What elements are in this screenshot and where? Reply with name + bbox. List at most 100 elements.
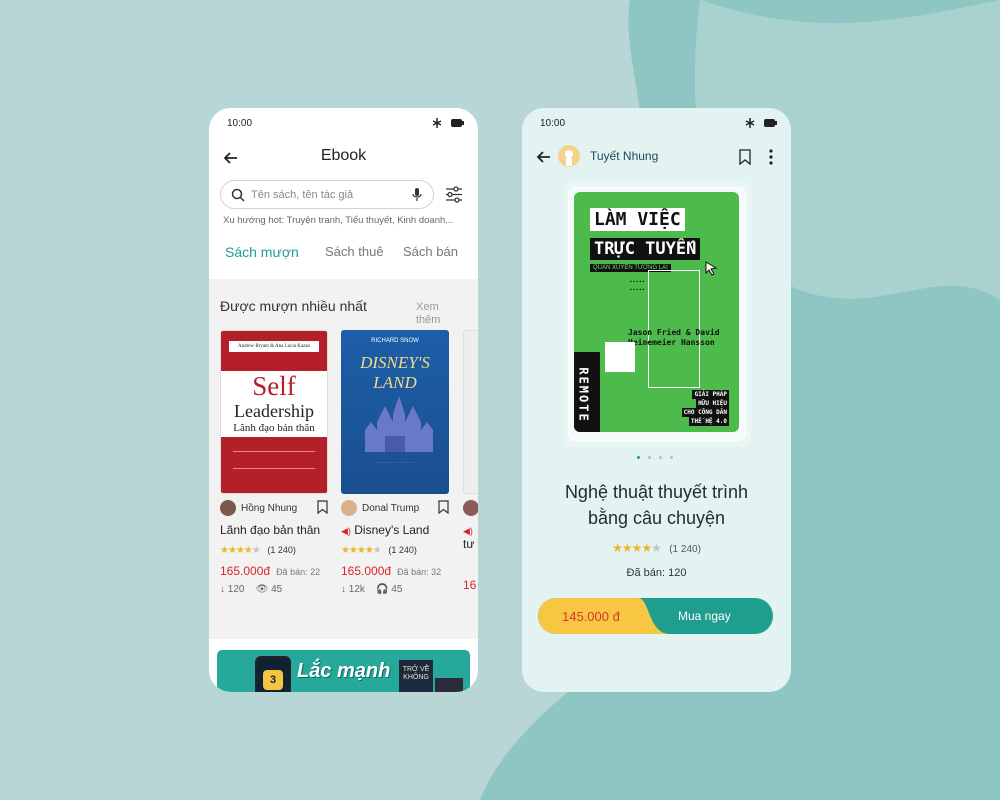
user-name[interactable]: Tuyết Nhung xyxy=(590,149,658,163)
cover-author: RICHARD SNOW xyxy=(371,338,419,344)
book-cover[interactable]: Andrew Bryant & Ana Lucia Kazan Self Lea… xyxy=(220,330,328,494)
tab-rent[interactable]: Sách thuê xyxy=(325,244,384,259)
bookmark-icon[interactable] xyxy=(317,500,328,514)
book-price: 165.000đ Đã bán: 32 xyxy=(341,564,441,578)
battery-icon xyxy=(451,119,464,127)
trend-label: Xu hướng hot: xyxy=(223,215,285,226)
cover-white-square xyxy=(605,342,635,372)
download-icon: ↓ xyxy=(341,584,346,595)
book-cover[interactable] xyxy=(463,330,478,494)
book-cover[interactable]: RICHARD SNOW DISNEY'S LAND · · · · · · ·… xyxy=(341,330,449,494)
download-count: 120 xyxy=(227,584,245,595)
audio-icon: ◀) xyxy=(341,526,351,536)
indicator-dot xyxy=(659,456,662,459)
bookmark-icon[interactable] xyxy=(739,149,751,165)
book-detail-screen: 10:00 Tuyết Nhung LÀM VIỆC TRỰC TUYẾN QU… xyxy=(522,108,791,692)
cover-tag: GIẢI PHÁP xyxy=(692,390,729,399)
audio-icon: ◀) xyxy=(463,526,473,536)
banner-book: TRỞ VỀ KHÔNG xyxy=(399,660,433,692)
promo-banner[interactable]: 3 Lắc mạnh TRỞ VỀ KHÔNG xyxy=(217,650,470,692)
download-count: 12k xyxy=(348,584,365,595)
star-icon: ★★★★★ xyxy=(341,545,382,556)
signal-icon xyxy=(745,118,755,128)
price-value: 16 xyxy=(463,578,477,592)
author-name: Hồng Nhung xyxy=(241,502,298,514)
cover-title-3: Lãnh đạo bản thân xyxy=(233,422,315,434)
indicator-dot-active xyxy=(637,456,640,459)
status-time: 10:00 xyxy=(540,117,566,129)
background-shapes xyxy=(480,0,1000,800)
status-time: 10:00 xyxy=(227,117,253,129)
rating-count: (1 240) xyxy=(267,545,296,555)
cover-title-2: Leadership xyxy=(234,401,314,421)
buy-now-button[interactable]: 145.000 đ Mua ngay xyxy=(538,598,773,634)
download-icon: ↓ xyxy=(220,584,225,595)
cover-tag: HỮU HIỆU xyxy=(696,399,729,408)
cover-title-2: LAND xyxy=(373,373,417,392)
rating-count: (1 240) xyxy=(669,544,701,555)
filter-icon[interactable] xyxy=(445,186,463,203)
avatar xyxy=(341,500,357,516)
rating: ★★★★★ (1 240) xyxy=(522,541,791,555)
castle-illustration xyxy=(365,396,433,452)
see-more-link[interactable]: Xem thêm xyxy=(416,301,448,327)
avatar xyxy=(463,500,478,516)
book-author: Hồng Nhung xyxy=(220,500,328,516)
book-title: ◀) Disney's Land xyxy=(341,523,429,537)
cover-authors: Andrew Bryant & Ana Lucia Kazan xyxy=(229,341,319,352)
book-card[interactable]: Andrew Bryant & Ana Lucia Kazan Self Lea… xyxy=(220,330,328,595)
price-value: 165.000đ xyxy=(220,564,271,578)
signal-icon xyxy=(432,118,442,128)
indicator-dot xyxy=(648,456,651,459)
more-vertical-icon[interactable] xyxy=(769,149,773,165)
ebook-list-screen: 10:00 Ebook Tên sách, tên tác giả Xu hướ… xyxy=(209,108,478,692)
page-title: Ebook xyxy=(320,147,367,164)
bookmark-icon[interactable] xyxy=(438,500,449,514)
cover-title-2: TRỰC TUYẾN xyxy=(590,238,701,260)
status-bar: 10:00 xyxy=(540,116,777,130)
section-title: Được mượn nhiều nhất xyxy=(220,298,367,314)
back-arrow-icon[interactable] xyxy=(534,147,554,167)
search-input[interactable]: Tên sách, tên tác giả xyxy=(220,180,434,209)
detail-header: Tuyết Nhung xyxy=(522,144,791,170)
cover-spine: REMOTE xyxy=(576,367,591,423)
avatar[interactable] xyxy=(558,145,580,167)
battery-icon xyxy=(764,119,777,127)
book-author xyxy=(463,500,478,516)
book-stats: ↓ 120 👁 45 xyxy=(220,584,282,595)
cover-tag: THẾ HỆ 4.0 xyxy=(688,417,729,426)
indicator-dot xyxy=(670,456,673,459)
book-card[interactable]: ◀) tư 16 xyxy=(463,330,478,620)
banner-text: Lắc mạnh xyxy=(297,660,391,682)
sold-count: Đã bán: 32 xyxy=(397,567,442,577)
book-title-text: tư xyxy=(463,537,475,551)
tab-sell[interactable]: Sách bán xyxy=(403,244,458,259)
tab-borrow[interactable]: Sách mượn xyxy=(225,244,299,260)
listen-count: 45 xyxy=(391,584,403,595)
microphone-icon[interactable] xyxy=(411,187,423,202)
book-title: Lãnh đạo bản thân xyxy=(220,523,321,537)
rating: ★★★★★ (1 240) xyxy=(220,545,296,556)
most-borrowed-section: Được mượn nhiều nhất Xem thêm Andrew Bry… xyxy=(209,279,478,639)
search-icon xyxy=(231,188,245,202)
cursor-icon xyxy=(705,261,718,276)
tab-bar: Sách mượn Sách thuê Sách bán xyxy=(225,244,468,266)
cover-tag: CHO CÔNG DÂN xyxy=(681,408,729,417)
trending-keywords: Xu hướng hot: Truyện tranh, Tiểu thuyết,… xyxy=(223,215,453,226)
rating-count: (1 240) xyxy=(388,545,417,555)
cover-title-1: Self xyxy=(252,371,296,401)
cover-tags: GIẢI PHÁP HỮU HIỆU CHO CÔNG DÂN THẾ HỆ 4… xyxy=(681,390,729,426)
cover-title-1: DISNEY'S xyxy=(360,353,430,372)
book-title: ◀) tư xyxy=(463,523,474,551)
avatar xyxy=(220,500,236,516)
star-icon: ★★★★★ xyxy=(612,541,662,555)
book-card[interactable]: RICHARD SNOW DISNEY'S LAND · · · · · · ·… xyxy=(341,330,449,595)
price-value: 165.000đ xyxy=(341,564,392,578)
buy-now-label: Mua ngay xyxy=(678,609,731,623)
banner-badge: 3 xyxy=(263,670,283,690)
trend-items[interactable]: Truyện tranh, Tiểu thuyết, Kinh doanh... xyxy=(287,215,454,226)
book-cover-large[interactable]: LÀM VIỆC TRỰC TUYẾN QUẢN XUYẾN TƯƠNG LAI… xyxy=(574,192,739,432)
headphones-icon: 🎧 xyxy=(376,584,389,595)
search-placeholder: Tên sách, tên tác giả xyxy=(251,188,354,201)
cover-pattern: ▪ ▪ ▪ ▪ ▪ ▪ ▪ ▪ ▪ ▪ xyxy=(630,279,645,293)
